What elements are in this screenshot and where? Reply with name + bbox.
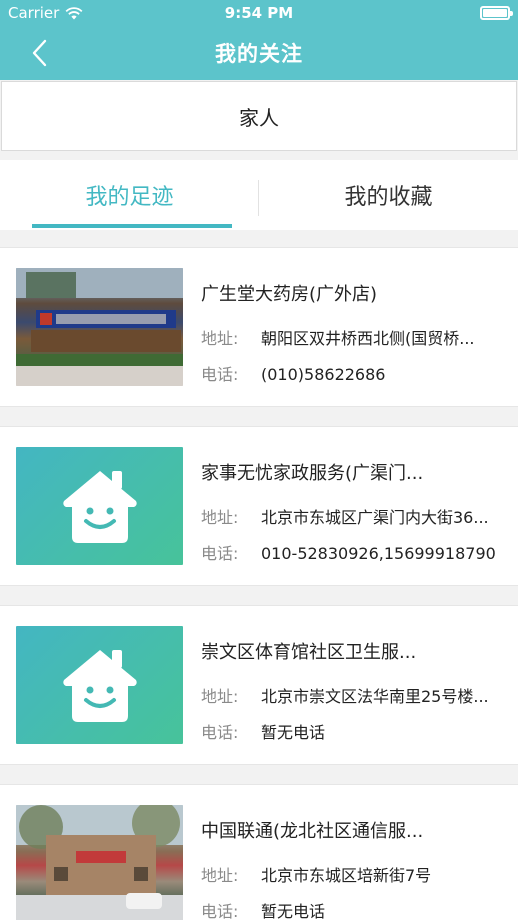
item-name: 广生堂大药房(广外店)	[201, 284, 378, 305]
address-label: 地址:	[201, 508, 239, 527]
phone-label: 电话:	[201, 365, 239, 384]
address-label: 地址:	[201, 866, 239, 885]
tab-footprints[interactable]: 我的足迹	[0, 160, 259, 230]
family-button[interactable]: 家人	[1, 81, 517, 151]
item-phone-row: 电话: 010-52830926,15699918790	[201, 540, 496, 564]
list-item[interactable]: 广生堂大药房(广外店) 地址: 朝阳区双井桥西北侧(国贸桥... 电话: (010)…	[0, 247, 518, 407]
street-photo	[16, 805, 183, 920]
item-phone-row: 电话: 暂无电话	[201, 898, 325, 920]
item-address-row: 地址: 北京市东城区广渠门内大街36...	[201, 504, 489, 528]
item-phone-row: 电话: 暂无电话	[201, 719, 325, 743]
house-smile-icon	[62, 650, 137, 722]
item-phone: 010-52830926,15699918790	[261, 544, 496, 563]
item-address: 北京市东城区广渠门内大街36...	[261, 508, 489, 527]
tab-bar: 我的足迹 我的收藏	[0, 160, 518, 230]
item-address-row: 地址: 北京市东城区培新街7号	[201, 862, 431, 886]
tab-favorites[interactable]: 我的收藏	[259, 160, 518, 230]
item-name: 崇文区体育馆社区卫生服...	[201, 642, 417, 663]
item-address-row: 地址: 北京市崇文区法华南里25号楼...	[201, 683, 489, 707]
item-phone: 暂无电话	[261, 723, 326, 742]
street-photo-art	[16, 805, 183, 920]
phone-label: 电话:	[201, 902, 239, 920]
house-smile-icon	[62, 471, 137, 543]
item-phone: 暂无电话	[261, 902, 326, 920]
list-item[interactable]: 崇文区体育馆社区卫生服... 地址: 北京市崇文区法华南里25号楼... 电话: 暂…	[0, 605, 518, 765]
item-phone-row: 电话: (010)58622686	[201, 361, 385, 385]
item-address-row: 地址: 朝阳区双井桥西北侧(国贸桥...	[201, 325, 475, 349]
list-item[interactable]: 家事无忧家政服务(广渠门... 地址: 北京市东城区广渠门内大街36... 电话:…	[0, 426, 518, 586]
address-label: 地址:	[201, 687, 239, 706]
status-bar: Carrier 9:54 PM	[0, 0, 518, 26]
item-name: 家事无忧家政服务(广渠门...	[201, 463, 424, 484]
item-address: 北京市东城区培新街7号	[261, 866, 432, 885]
item-address: 朝阳区双井桥西北侧(国贸桥...	[261, 329, 475, 348]
address-label: 地址:	[201, 329, 239, 348]
status-time: 9:54 PM	[224, 4, 294, 22]
page-title: 我的关注	[215, 42, 303, 66]
store-photo	[16, 268, 183, 386]
nav-bar: 我的关注	[0, 26, 518, 80]
item-name: 中国联通(龙北社区通信服...	[201, 821, 424, 842]
active-tab-indicator	[32, 224, 232, 228]
item-address: 北京市崇文区法华南里25号楼...	[261, 687, 489, 706]
house-placeholder-icon	[16, 447, 183, 565]
store-photo-art	[16, 268, 183, 386]
battery-icon	[480, 6, 513, 20]
list-item[interactable]: 中国联通(龙北社区通信服... 地址: 北京市东城区培新街7号 电话: 暂无电话	[0, 784, 518, 920]
item-phone: (010)58622686	[261, 365, 386, 384]
phone-label: 电话:	[201, 544, 239, 563]
phone-label: 电话:	[201, 723, 239, 742]
house-placeholder-icon	[16, 626, 183, 744]
